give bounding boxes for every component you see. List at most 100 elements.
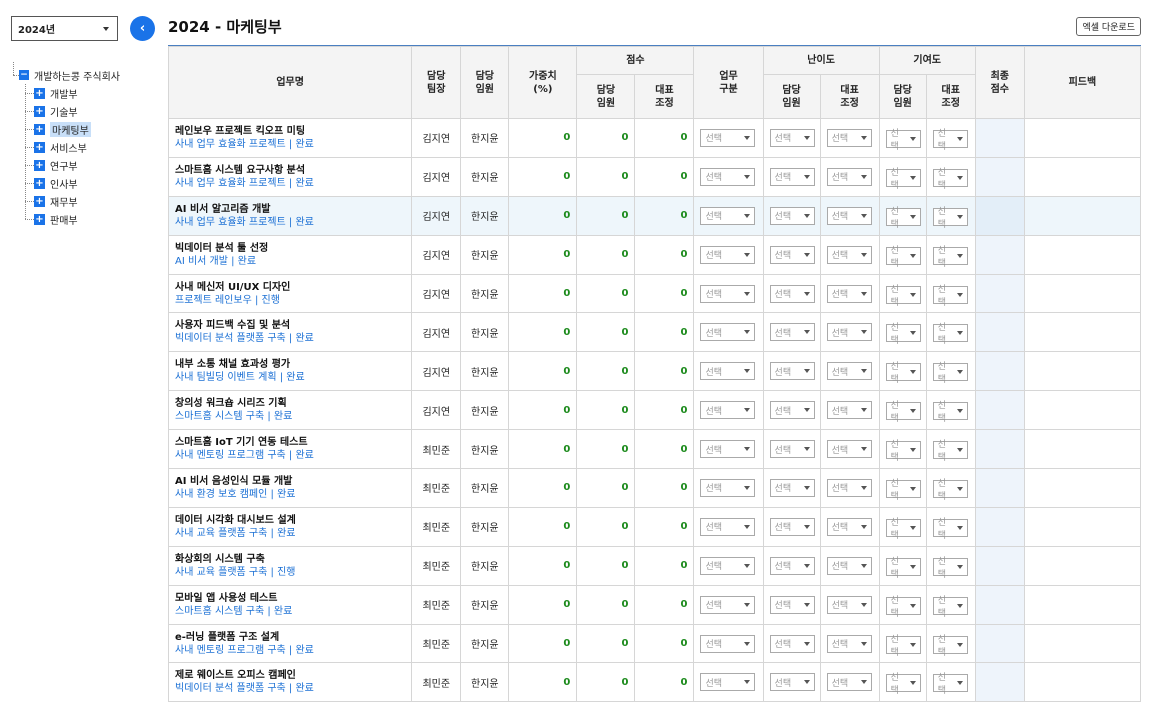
select-dropdown[interactable]: 선택	[826, 167, 872, 186]
select-dropdown[interactable]: 선택	[700, 323, 756, 342]
task-project-link[interactable]: 사내 업무 효율화 프로젝트 | 완료	[175, 177, 411, 190]
select-dropdown[interactable]: 선택	[885, 557, 921, 580]
select-dropdown[interactable]: 선택	[885, 323, 921, 346]
select-dropdown[interactable]: 선택	[932, 246, 968, 269]
expand-node-icon[interactable]: +	[34, 213, 45, 225]
expand-node-icon[interactable]: +	[34, 159, 45, 171]
select-dropdown[interactable]: 선택	[932, 362, 968, 385]
tree-item[interactable]: + 재무부	[25, 192, 120, 210]
select-dropdown[interactable]: 선택	[932, 285, 968, 308]
select-dropdown[interactable]: 선택	[826, 362, 872, 381]
table-row[interactable]: e-러닝 플랫폼 구조 설계 사내 멘토링 프로그램 구축 | 완료 최민준 한지윤 0…	[167, 623, 1142, 664]
select-dropdown[interactable]: 선택	[932, 596, 968, 619]
select-dropdown[interactable]: 선택	[700, 362, 756, 381]
table-row[interactable]: 데이터 시각화 대시보드 설계 사내 교육 플랫폼 구축 | 완료 최민준 한지윤 0 0…	[167, 506, 1142, 547]
select-dropdown[interactable]: 선택	[885, 479, 921, 502]
select-dropdown[interactable]: 선택	[885, 168, 921, 191]
table-row[interactable]: 스마트홈 시스템 요구사항 분석 사내 업무 효율화 프로젝트 | 완료 김지연 한지…	[167, 156, 1142, 197]
select-dropdown[interactable]: 선택	[700, 440, 756, 459]
feedback-cell[interactable]	[1023, 351, 1142, 392]
select-dropdown[interactable]: 선택	[885, 246, 921, 269]
select-dropdown[interactable]: 선택	[932, 440, 968, 463]
task-project-link[interactable]: 프로젝트 레인보우 | 진행	[175, 294, 411, 307]
select-dropdown[interactable]: 선택	[700, 673, 756, 692]
task-project-link[interactable]: 사내 교육 플랫폼 구축 | 완료	[175, 527, 411, 540]
feedback-cell[interactable]	[1023, 545, 1142, 586]
select-dropdown[interactable]: 선택	[826, 673, 872, 692]
feedback-cell[interactable]	[1023, 273, 1142, 314]
select-dropdown[interactable]: 선택	[826, 401, 872, 420]
task-project-link[interactable]: AI 비서 개발 | 완료	[175, 255, 411, 268]
select-dropdown[interactable]: 선택	[932, 129, 968, 152]
select-dropdown[interactable]: 선택	[769, 673, 815, 692]
select-dropdown[interactable]: 선택	[826, 478, 872, 497]
select-dropdown[interactable]: 선택	[769, 323, 815, 342]
task-project-link[interactable]: 빅데이터 분석 플랫폼 구축 | 완료	[175, 332, 411, 345]
select-dropdown[interactable]: 선택	[826, 284, 872, 303]
task-project-link[interactable]: 사내 교육 플랫폼 구축 | 진행	[175, 566, 411, 579]
select-dropdown[interactable]: 선택	[769, 167, 815, 186]
expand-node-icon[interactable]: +	[34, 105, 45, 117]
select-dropdown[interactable]: 선택	[932, 518, 968, 541]
select-dropdown[interactable]: 선택	[826, 245, 872, 264]
feedback-cell[interactable]	[1023, 584, 1142, 625]
feedback-cell[interactable]	[1023, 623, 1142, 664]
select-dropdown[interactable]: 선택	[826, 440, 872, 459]
expand-node-icon[interactable]: +	[34, 141, 45, 153]
select-dropdown[interactable]: 선택	[885, 518, 921, 541]
select-dropdown[interactable]: 선택	[932, 168, 968, 191]
excel-download-button[interactable]: 엑셀 다운로드	[1076, 17, 1141, 36]
select-dropdown[interactable]: 선택	[885, 129, 921, 152]
feedback-cell[interactable]	[1023, 468, 1142, 508]
table-row[interactable]: AI 비서 알고리즘 개발 사내 업무 효율화 프로젝트 | 완료 김지연 한지윤 0 0…	[167, 195, 1142, 236]
expand-node-icon[interactable]: +	[34, 177, 45, 189]
select-dropdown[interactable]: 선택	[700, 478, 756, 497]
table-row[interactable]: 빅데이터 분석 툴 선정 AI 비서 개발 | 완료 김지연 한지윤 0 0 0 선택 선택 선택…	[167, 234, 1142, 275]
task-project-link[interactable]: 사내 업무 효율화 프로젝트 | 완료	[175, 138, 411, 151]
select-dropdown[interactable]: 선택	[885, 440, 921, 463]
select-dropdown[interactable]: 선택	[885, 635, 921, 658]
task-project-link[interactable]: 사내 멘토링 프로그램 구축 | 완료	[175, 644, 411, 657]
select-dropdown[interactable]: 선택	[826, 323, 872, 342]
table-row[interactable]: 사용자 피드백 수집 및 분석 빅데이터 분석 플랫폼 구축 | 완료 김지연 한지윤…	[167, 312, 1142, 353]
feedback-cell[interactable]	[1023, 662, 1142, 703]
select-dropdown[interactable]: 선택	[932, 557, 968, 580]
task-project-link[interactable]: 사내 업무 효율화 프로젝트 | 완료	[175, 216, 411, 229]
select-dropdown[interactable]: 선택	[700, 634, 756, 653]
select-dropdown[interactable]: 선택	[885, 673, 921, 696]
feedback-cell[interactable]	[1023, 312, 1142, 353]
select-dropdown[interactable]: 선택	[885, 207, 921, 230]
select-dropdown[interactable]: 선택	[769, 478, 815, 497]
select-dropdown[interactable]: 선택	[826, 556, 872, 575]
select-dropdown[interactable]: 선택	[885, 401, 921, 424]
tree-item[interactable]: + 마케팅부	[25, 120, 120, 138]
select-dropdown[interactable]: 선택	[700, 401, 756, 420]
select-dropdown[interactable]: 선택	[769, 440, 815, 459]
select-dropdown[interactable]: 선택	[932, 635, 968, 658]
collapse-sidebar-button[interactable]: ‹	[130, 16, 155, 41]
table-row[interactable]: 창의성 워크숍 시리즈 기획 스마트홈 시스템 구축 | 완료 김지연 한지윤 0 0 0 선…	[167, 390, 1142, 431]
tree-item[interactable]: + 서비스부	[25, 138, 120, 156]
select-dropdown[interactable]: 선택	[826, 128, 872, 147]
select-dropdown[interactable]: 선택	[769, 284, 815, 303]
select-dropdown[interactable]: 선택	[769, 556, 815, 575]
select-dropdown[interactable]: 선택	[769, 517, 815, 536]
select-dropdown[interactable]: 선택	[885, 362, 921, 385]
select-dropdown[interactable]: 선택	[700, 595, 756, 614]
select-dropdown[interactable]: 선택	[700, 167, 756, 186]
select-dropdown[interactable]: 선택	[700, 128, 756, 147]
task-project-link[interactable]: 빅데이터 분석 플랫폼 구축 | 완료	[175, 682, 411, 695]
select-dropdown[interactable]: 선택	[826, 206, 872, 225]
task-project-link[interactable]: 사내 환경 보호 캠페인 | 완료	[175, 488, 411, 501]
table-row[interactable]: 모바일 앱 사용성 테스트 스마트홈 시스템 구축 | 완료 최민준 한지윤 0 0 0 선택…	[167, 584, 1142, 625]
select-dropdown[interactable]: 선택	[826, 517, 872, 536]
tree-item[interactable]: + 판매부	[25, 210, 120, 228]
select-dropdown[interactable]: 선택	[769, 362, 815, 381]
feedback-cell[interactable]	[1023, 195, 1142, 236]
select-dropdown[interactable]: 선택	[885, 285, 921, 308]
select-dropdown[interactable]: 선택	[700, 245, 756, 264]
select-dropdown[interactable]: 선택	[932, 673, 968, 696]
tree-root[interactable]: − 개발하는콩 주식회사	[13, 62, 120, 84]
select-dropdown[interactable]: 선택	[826, 634, 872, 653]
feedback-cell[interactable]	[1023, 118, 1142, 158]
